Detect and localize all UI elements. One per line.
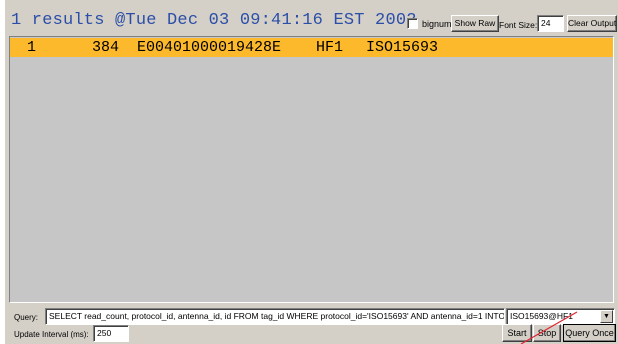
annotation-arrow	[520, 311, 578, 344]
annotation-line	[520, 311, 578, 344]
